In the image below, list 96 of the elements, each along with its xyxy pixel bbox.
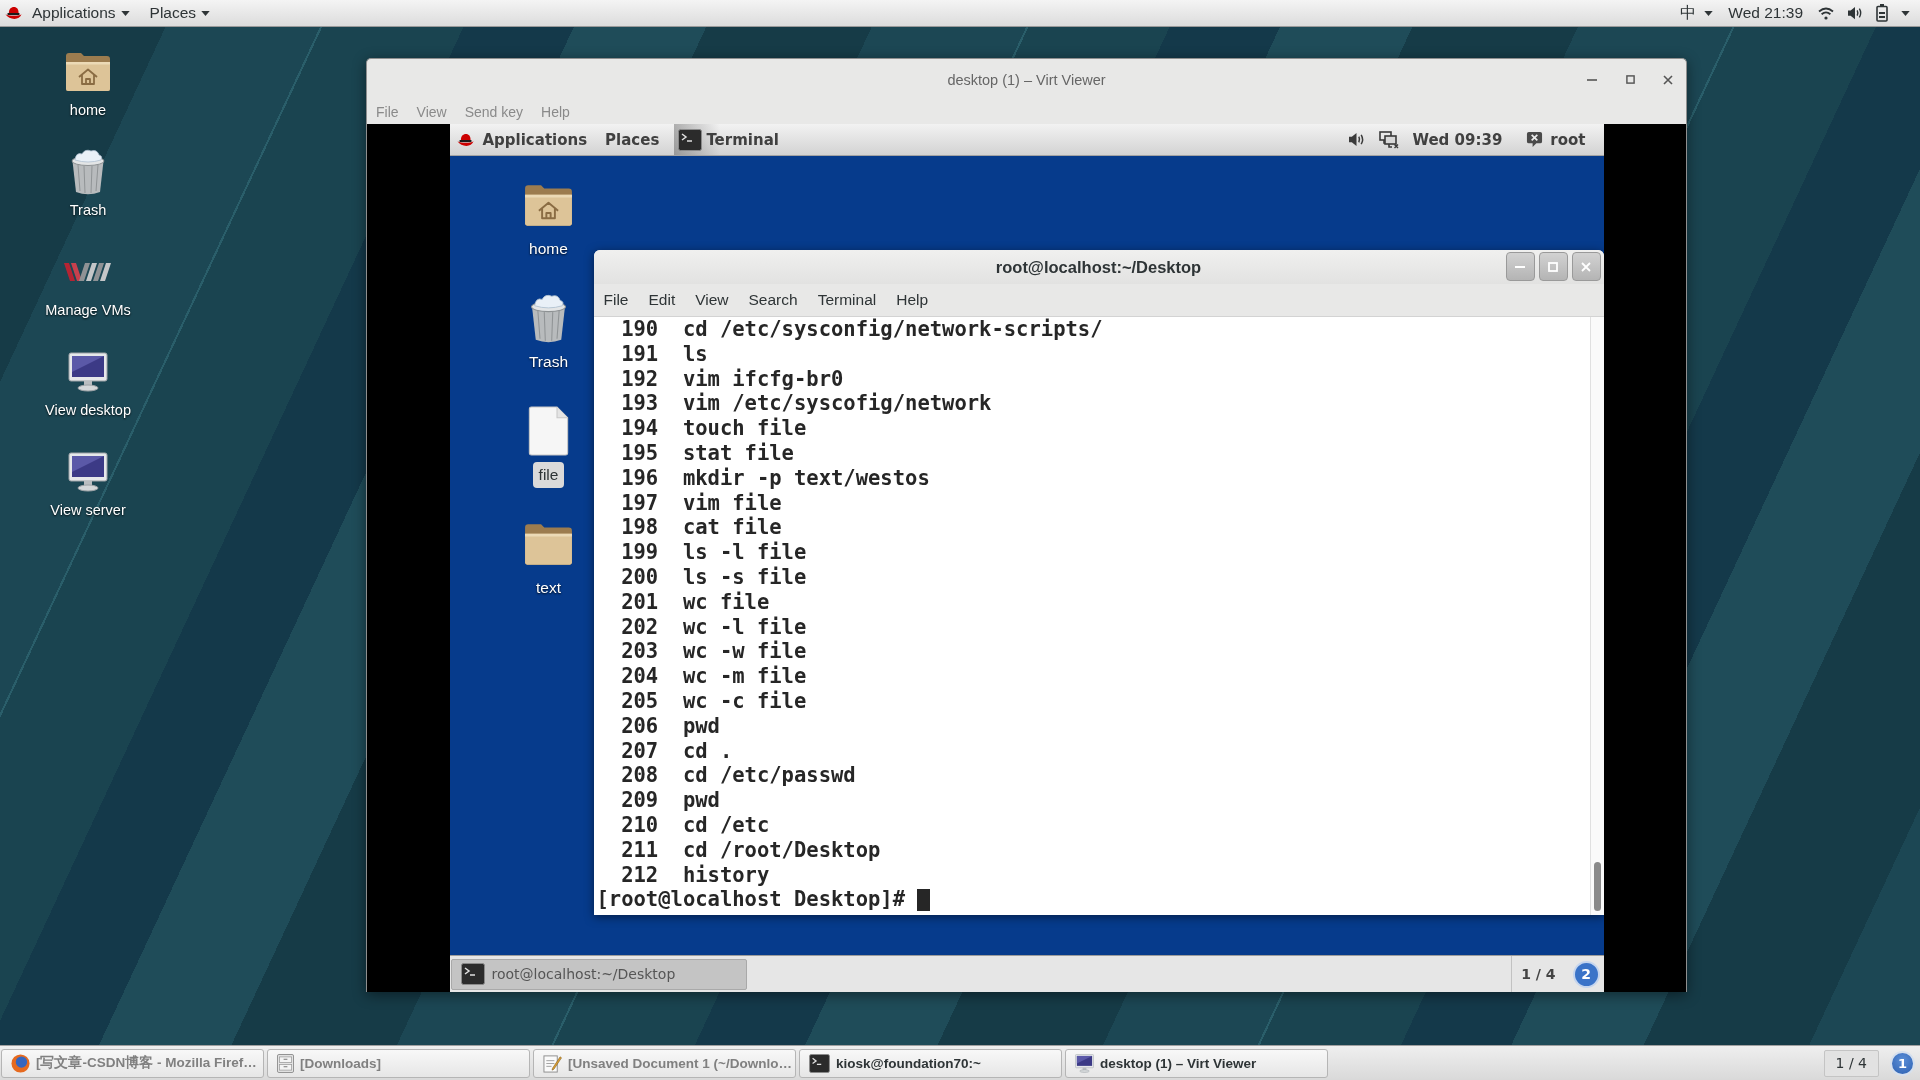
block-cursor-icon — [917, 888, 930, 911]
taskbar-button[interactable]: desktop (1) – Virt Viewer — [1065, 1048, 1328, 1078]
close-icon — [1581, 261, 1591, 272]
terminal-line: 210 cd /etc — [621, 812, 770, 838]
terminal-line: 197 vim file — [621, 490, 782, 516]
terminal-line: 191 ls — [621, 341, 708, 367]
folder-icon[interactable] — [524, 522, 573, 566]
terminal-line: 196 mkdir -p text/westos — [621, 465, 930, 491]
clock[interactable]: Wed 21:39 — [1728, 4, 1803, 22]
globe-icon — [11, 1053, 30, 1073]
chat-bubble-icon — [1526, 131, 1544, 148]
maximize-button[interactable] — [1538, 252, 1568, 281]
trash-can-icon[interactable] — [528, 292, 569, 344]
terminal-line: 205 wc -c file — [621, 688, 807, 714]
volume-icon[interactable] — [1348, 132, 1366, 147]
menu-item[interactable]: Search — [738, 284, 808, 316]
caret-icon — [1901, 10, 1910, 16]
input-method-button[interactable]: 中 — [1680, 0, 1714, 26]
terminal-line: 203 wc -w file — [621, 639, 807, 665]
icon-label[interactable]: home — [64, 100, 112, 120]
terminal-icon — [460, 963, 485, 985]
caret-icon — [201, 10, 211, 16]
terminal-line: 198 cat file — [621, 515, 782, 541]
home-folder-icon[interactable] — [524, 183, 573, 227]
terminal-line: 204 wc -m file — [621, 664, 807, 689]
trash-can-icon[interactable] — [69, 148, 107, 196]
scrollbar-thumb[interactable] — [1593, 862, 1601, 911]
notification-badge[interactable]: 2 — [1572, 960, 1600, 988]
notepad-icon — [543, 1053, 562, 1073]
terminal-icon — [678, 128, 703, 151]
notification-badge[interactable]: 1 — [1890, 1050, 1915, 1076]
terminal-line: 192 vim ifcfg-br0 — [621, 366, 844, 392]
menu-button[interactable]: Places — [596, 124, 669, 155]
terminal-line: 209 pwd — [621, 788, 720, 813]
minimize-icon — [1587, 78, 1597, 81]
taskbar-button[interactable]: root@localhost:~/Desktop — [450, 958, 747, 990]
menu-item[interactable]: View — [685, 284, 739, 316]
shell-prompt: [root@localhost Desktop]# — [596, 887, 906, 913]
home-folder-icon[interactable] — [65, 52, 111, 92]
icon-label[interactable]: text — [530, 575, 567, 601]
icon-label[interactable]: Trash — [64, 200, 112, 220]
terminal-icon — [809, 1053, 830, 1073]
icon-label[interactable]: home — [523, 236, 574, 262]
terminal-line: 201 wc file — [621, 589, 770, 615]
window-title: root@localhost:~/Desktop — [995, 257, 1202, 277]
terminal-line: 202 wc -l file — [621, 614, 807, 640]
workspace-indicator[interactable]: 1 / 4 — [1521, 966, 1556, 982]
caret-icon — [1704, 10, 1714, 16]
user-menu-button[interactable]: root — [1526, 124, 1586, 155]
menu-button[interactable]: Applications — [22, 0, 140, 26]
menu-item[interactable]: Terminal — [807, 284, 887, 316]
battery-icon — [1876, 4, 1888, 22]
icon-label[interactable]: View desktop — [40, 400, 136, 420]
window-title: desktop (1) – Virt Viewer — [947, 71, 1106, 88]
menu-item[interactable]: Edit — [638, 284, 686, 316]
terminal-line: 211 cd /root/Desktop — [621, 837, 881, 863]
maximize-icon — [1625, 75, 1635, 84]
hat-logo-icon[interactable] — [5, 6, 22, 20]
caret-icon — [120, 10, 130, 16]
maximize-icon — [1548, 261, 1558, 272]
close-icon — [1663, 74, 1673, 85]
file-icon[interactable] — [527, 406, 570, 456]
icon-label[interactable]: View server — [45, 500, 131, 520]
file-cabinet-icon — [277, 1053, 294, 1073]
terminal-line: 195 stat file — [621, 441, 794, 466]
menu-button[interactable]: Places — [139, 0, 221, 26]
wifi-icon — [1818, 6, 1834, 20]
icon-label[interactable]: Trash — [522, 349, 574, 375]
terminal-line: 193 vim /etc/syscofig/network — [621, 391, 992, 417]
terminal-line: 194 touch file — [621, 416, 807, 441]
monitor-icon — [1075, 1053, 1094, 1073]
striped-logo-icon[interactable] — [64, 262, 112, 282]
menu-button[interactable]: Applications — [473, 124, 597, 155]
monitor-icon[interactable] — [68, 452, 108, 492]
terminal-line: 212 history — [621, 862, 770, 888]
workspace-indicator[interactable]: 1 / 4 — [1823, 1049, 1879, 1077]
menu-item[interactable]: File — [593, 284, 639, 316]
minimize-button[interactable] — [1505, 252, 1535, 281]
monitor-icon[interactable] — [68, 352, 108, 392]
hat-logo-icon[interactable] — [456, 132, 474, 147]
terminal-line: 208 cd /etc/passwd — [621, 763, 856, 789]
menu-item[interactable]: Help — [886, 284, 939, 316]
close-button[interactable] — [1571, 252, 1601, 281]
network-icon[interactable] — [1379, 130, 1400, 149]
minimize-icon — [1515, 265, 1525, 268]
icon-label[interactable]: Manage VMs — [40, 300, 136, 320]
volume-icon — [1847, 6, 1863, 20]
icon-label[interactable]: file — [532, 462, 565, 488]
terminal-line: 190 cd /etc/sysconfig/network-scripts/ — [621, 317, 1103, 342]
terminal-line: 200 ls -s file — [621, 564, 807, 590]
terminal-line: 199 ls -l file — [621, 540, 807, 565]
taskbar-button[interactable]: kiosk@foundation70:~ — [799, 1048, 1062, 1078]
terminal-line: 206 pwd — [621, 713, 720, 739]
terminal-line: 207 cd . — [621, 738, 733, 764]
taskbar-button[interactable]: [写文章-CSDN博客 - Mozilla Firef… — [1, 1048, 264, 1078]
clock[interactable]: Wed 09:39 — [1412, 130, 1503, 149]
